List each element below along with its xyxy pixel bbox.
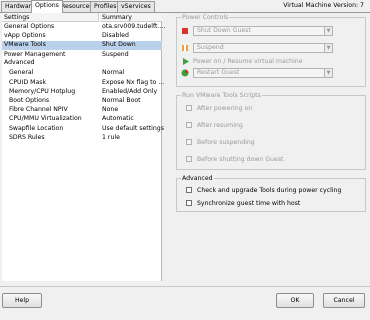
setting-name: General Options <box>4 23 55 30</box>
list-item-sdrs-rules[interactable]: SDRS Rules 1 rule <box>2 134 162 143</box>
after-resuming-checkbox[interactable] <box>186 122 192 128</box>
list-item-general-options[interactable]: General Options ota.srv009.tudelft.... <box>2 23 166 32</box>
play-icon <box>183 58 189 65</box>
settings-list[interactable]: Settings Summary General Options ota.srv… <box>2 13 166 281</box>
setting-summary: Enabled/Add Only <box>102 87 158 95</box>
tab-vservices[interactable]: vServices <box>117 1 155 12</box>
before-suspending-label: Before suspending <box>197 139 255 146</box>
setting-summary: Suspend <box>102 50 129 58</box>
setting-summary: Expose Nx flag to ... <box>102 78 165 86</box>
list-item-cpu-mmu-virtualization[interactable]: CPU/MMU Virtualization Automatic <box>2 115 162 124</box>
suspend-action-select[interactable]: Suspend ▼ <box>193 43 333 53</box>
chevron-down-icon: ▼ <box>324 44 332 52</box>
after-powering-on-label: After powering on <box>197 105 253 112</box>
list-item-power-management[interactable]: Power Management Suspend <box>2 51 162 60</box>
setting-summary: Shut Down <box>102 41 136 48</box>
bottom-divider <box>0 286 370 287</box>
setting-name: vApp Options <box>4 31 46 39</box>
setting-summary: ota.srv009.tudelft.... <box>102 23 166 30</box>
setting-name: Fibre Channel NPIV <box>9 106 68 113</box>
restart-action-select[interactable]: Restart Guest ▼ <box>193 68 333 78</box>
list-item-vapp-options[interactable]: vApp Options Disabled <box>2 32 162 41</box>
restart-icon <box>181 69 189 77</box>
list-item-cpuid-mask[interactable]: CPUID Mask Expose Nx flag to ... <box>2 78 165 88</box>
advanced-title: Advanced <box>181 175 214 182</box>
cancel-button[interactable]: Cancel <box>323 293 365 308</box>
power-controls-title: Power Controls <box>181 14 230 21</box>
setting-name: CPU/MMU Virtualization <box>9 115 82 122</box>
tab-options[interactable]: Options <box>31 0 63 13</box>
column-header-settings[interactable]: Settings <box>2 13 99 22</box>
tools-scripts-title: Run VMware Tools Scripts <box>181 92 262 99</box>
suspend-action-value: Suspend <box>197 44 224 51</box>
vm-version-label: Virtual Machine Version: 7 <box>283 2 364 9</box>
chevron-down-icon: ▼ <box>324 27 332 35</box>
check-upgrade-tools-label: Check and upgrade Tools during power cyc… <box>197 187 342 194</box>
list-item-vmware-tools[interactable]: VMware Tools Shut Down <box>2 41 162 50</box>
setting-summary: Normal Boot <box>102 96 141 104</box>
help-button[interactable]: Help <box>2 293 42 308</box>
chevron-down-icon: ▼ <box>324 69 332 77</box>
setting-group-name: Advanced <box>4 59 35 66</box>
list-item-memory-cpu-hotplug[interactable]: Memory/CPU Hotplug Enabled/Add Only <box>2 88 162 97</box>
stop-action-value: Shut Down Guest <box>197 27 251 34</box>
stop-action-select[interactable]: Shut Down Guest ▼ <box>193 26 333 36</box>
restart-action-value: Restart Guest <box>197 69 240 76</box>
pause-icon <box>182 45 188 51</box>
setting-name: SDRS Rules <box>9 134 45 141</box>
setting-summary: 1 rule <box>102 134 120 141</box>
setting-name: General <box>9 69 34 76</box>
advanced-group: Advanced Check and upgrade Tools during … <box>176 175 366 212</box>
check-upgrade-tools-checkbox[interactable] <box>186 187 192 193</box>
column-header-summary[interactable]: Summary <box>100 13 162 22</box>
setting-name: Swapfile Location <box>9 124 64 132</box>
list-item-boot-options[interactable]: Boot Options Normal Boot <box>2 97 162 106</box>
list-group-advanced: Advanced <box>2 59 162 68</box>
setting-summary: None <box>102 106 119 113</box>
setting-name: Memory/CPU Hotplug <box>9 87 76 95</box>
list-item-swapfile-location[interactable]: Swapfile Location Use default settings <box>2 124 164 134</box>
list-item-fibre-channel-npiv[interactable]: Fibre Channel NPIV None <box>2 106 162 115</box>
before-shutting-down-label: Before shutting down Guest <box>197 156 284 163</box>
before-shutting-down-checkbox[interactable] <box>186 156 192 162</box>
setting-summary: Automatic <box>102 115 134 122</box>
after-powering-on-checkbox[interactable] <box>186 105 192 111</box>
ok-button[interactable]: OK <box>276 293 314 308</box>
sync-guest-time-checkbox[interactable] <box>186 200 192 206</box>
setting-summary: Disabled <box>102 31 129 39</box>
setting-name: VMware Tools <box>4 41 46 48</box>
tools-scripts-group: Run VMware Tools Scripts After powering … <box>176 92 366 170</box>
before-suspending-checkbox[interactable] <box>186 139 192 145</box>
setting-name: Power Management <box>4 50 66 58</box>
tab-profiles[interactable]: Profiles <box>90 1 121 12</box>
stop-icon <box>182 28 188 34</box>
power-on-label: Power on / Resume virtual machine <box>193 58 303 65</box>
setting-summary: Normal <box>102 69 125 76</box>
setting-name: CPUID Mask <box>9 78 47 86</box>
after-resuming-label: After resuming <box>197 122 243 129</box>
setting-summary: Use default settings <box>102 124 164 132</box>
power-controls-group: Power Controls Shut Down Guest ▼ Suspend… <box>176 14 366 87</box>
list-item-general[interactable]: General Normal <box>2 69 162 78</box>
sync-guest-time-label: Synchronize guest time with host <box>197 200 301 207</box>
setting-name: Boot Options <box>9 96 50 104</box>
